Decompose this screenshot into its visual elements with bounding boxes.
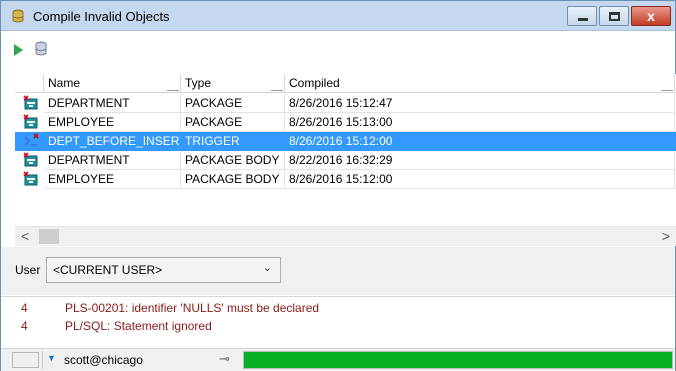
table-row[interactable]: EMPLOYEE PACKAGE BODY 8/26/2016 15:12:00 [15, 170, 676, 189]
column-header-label: Name [48, 76, 81, 90]
cell-name: EMPLOYEE [44, 170, 181, 189]
package-body-invalid-icon [23, 152, 38, 167]
title-bar[interactable]: Compile Invalid Objects x [1, 1, 675, 31]
cell-name: DEPT_BEFORE_INSERT [44, 132, 181, 151]
run-icon[interactable] [13, 43, 25, 57]
pin-icon[interactable]: ⊸ [219, 351, 230, 367]
invalid-objects-grid: Name Type Compiled DEPARTMENT PACKAGE 8/26… [15, 74, 676, 226]
database-icon [12, 9, 24, 23]
horizontal-scrollbar[interactable]: < > [15, 226, 676, 246]
cell-name: DEPARTMENT [44, 94, 181, 113]
user-select-value: <CURRENT USER> [53, 263, 163, 277]
cell-type: PACKAGE [181, 113, 285, 132]
scroll-left-button[interactable]: < [15, 227, 35, 246]
chevron-down-icon: ⌄ [262, 262, 272, 274]
cell-name: EMPLOYEE [44, 113, 181, 132]
package-invalid-icon [23, 114, 38, 129]
package-invalid-icon [23, 95, 38, 110]
user-label: User [15, 263, 41, 277]
cell-compiled: 8/26/2016 15:12:47 [285, 94, 675, 113]
status-box [12, 352, 39, 368]
table-row[interactable]: DEPT_BEFORE_INSERT TRIGGER 8/26/2016 15:12… [15, 132, 676, 151]
cell-type: TRIGGER [181, 132, 285, 151]
maximize-button[interactable] [599, 6, 629, 26]
cell-type: PACKAGE BODY [181, 151, 285, 170]
package-body-invalid-icon [23, 171, 38, 186]
column-resize-mark [271, 90, 283, 91]
message-text: PL/SQL: Statement ignored [65, 319, 212, 333]
table-row[interactable]: EMPLOYEE PACKAGE 8/26/2016 15:13:00 [15, 113, 676, 132]
progress-fill [244, 352, 672, 368]
message-text: PLS-00201: identifier 'NULLS' must be de… [65, 301, 320, 315]
column-header-type[interactable]: Type [181, 74, 285, 93]
message-line: 4 [21, 319, 28, 333]
trigger-invalid-icon [24, 133, 39, 146]
close-button[interactable]: x [631, 6, 671, 26]
toolbar [1, 32, 675, 68]
compile-invalid-objects-window: Compile Invalid Objects x Name Type Comp… [0, 0, 676, 371]
cell-compiled: 8/26/2016 15:12:00 [285, 170, 675, 189]
cell-type: PACKAGE [181, 94, 285, 113]
maximize-icon [609, 12, 620, 21]
cell-name: DEPARTMENT [44, 151, 181, 170]
grid-header: Name Type Compiled [15, 74, 676, 93]
table-row[interactable]: DEPARTMENT PACKAGE BODY 8/22/2016 16:32:29 [15, 151, 676, 170]
cell-compiled: 8/26/2016 15:12:00 [285, 132, 675, 151]
user-select[interactable]: <CURRENT USER> ⌄ [46, 257, 281, 283]
cell-compiled: 8/26/2016 15:13:00 [285, 113, 675, 132]
cell-compiled: 8/22/2016 16:32:29 [285, 151, 675, 170]
compile-messages: 4 PLS-00201: identifier 'NULLS' must be … [1, 296, 675, 348]
column-resize-mark [661, 90, 673, 91]
column-header-label: Compiled [289, 76, 340, 90]
scroll-thumb[interactable] [39, 229, 59, 244]
message-line: 4 [21, 301, 28, 315]
cell-type: PACKAGE BODY [181, 170, 285, 189]
message-row[interactable]: 4 PL/SQL: Statement ignored [1, 319, 675, 335]
header-icon-column [15, 74, 44, 93]
table-row[interactable]: DEPARTMENT PACKAGE 8/26/2016 15:12:47 [15, 94, 676, 113]
dropdown-arrow-icon[interactable]: ▼ [47, 353, 56, 363]
column-resize-mark [167, 90, 179, 91]
column-header-name[interactable]: Name [44, 74, 181, 93]
minimize-icon [578, 18, 588, 21]
database-icon[interactable] [34, 41, 48, 57]
column-header-compiled[interactable]: Compiled [285, 74, 675, 93]
connection-label[interactable]: scott@chicago [64, 353, 143, 367]
minimize-button[interactable] [567, 6, 597, 26]
window-title: Compile Invalid Objects [33, 9, 170, 24]
scroll-right-button[interactable]: > [656, 227, 676, 246]
message-row[interactable]: 4 PLS-00201: identifier 'NULLS' must be … [1, 301, 675, 317]
status-separator [42, 351, 43, 369]
progress-bar [243, 351, 673, 369]
column-header-label: Type [185, 76, 212, 90]
status-bar: ▼ scott@chicago ⊸ [1, 348, 675, 371]
close-icon: x [647, 8, 655, 24]
